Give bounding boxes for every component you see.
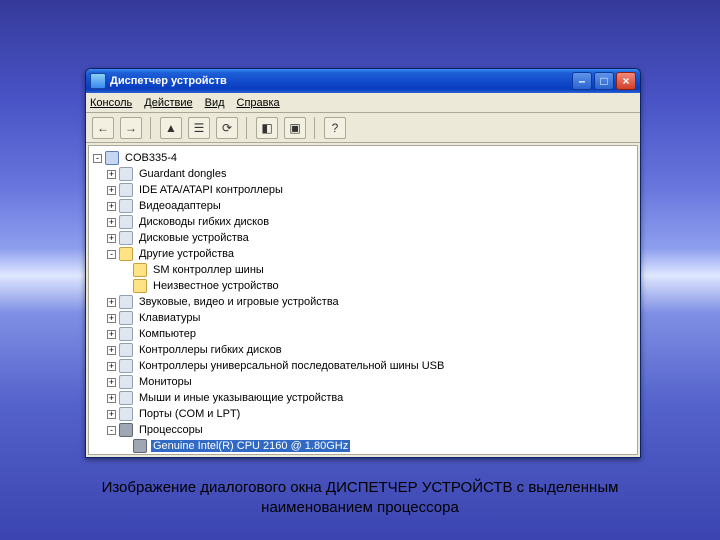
properties-button[interactable]: ☰ xyxy=(188,117,210,139)
device-icon xyxy=(119,327,133,341)
menu-console[interactable]: Консоль xyxy=(90,97,132,109)
tree-label: Звуковые, видео и игровые устройства xyxy=(137,296,341,308)
device-icon xyxy=(119,407,133,421)
device-icon xyxy=(119,391,133,405)
menu-view[interactable]: Вид xyxy=(205,97,225,109)
tree-label: Порты (COM и LPT) xyxy=(137,408,242,420)
tree-label: IDE ATA/ATAPI контроллеры xyxy=(137,184,285,196)
expand-toggle[interactable]: - xyxy=(107,426,116,435)
tree-node[interactable]: - COB335-4 xyxy=(91,150,635,166)
device-icon xyxy=(119,295,133,309)
expand-toggle[interactable]: + xyxy=(107,298,116,307)
device-icon xyxy=(119,247,133,261)
device-icon xyxy=(119,167,133,181)
window-title: Диспетчер устройств xyxy=(110,75,227,87)
tree-label: Неизвестное устройство xyxy=(151,280,281,292)
device-icon xyxy=(105,151,119,165)
tree-label: Мыши и иные указывающие устройства xyxy=(137,392,345,404)
tree-label: Компьютер xyxy=(137,328,198,340)
menu-help[interactable]: Справка xyxy=(237,97,280,109)
device-icon xyxy=(133,263,147,277)
tree-node[interactable]: + Звуковые, видео и игровые устройства xyxy=(91,294,635,310)
device-icon xyxy=(119,183,133,197)
tree-label: Мониторы xyxy=(137,376,194,388)
tree-label: Дисковые устройства xyxy=(137,232,251,244)
scan-button[interactable]: ▣ xyxy=(284,117,306,139)
tree-node[interactable]: Genuine Intel(R) CPU 2160 @ 1.80GHz xyxy=(91,438,635,454)
menu-action[interactable]: Действие xyxy=(144,97,192,109)
expand-toggle[interactable]: + xyxy=(107,234,116,243)
back-button[interactable]: ← xyxy=(92,117,114,139)
tree-node[interactable]: + Дисководы гибких дисков xyxy=(91,214,635,230)
device-icon xyxy=(119,231,133,245)
tree-label: Видеоадаптеры xyxy=(137,200,223,212)
toolbar: ← → ▲ ☰ ⟳ ◧ ▣ ? xyxy=(86,113,640,143)
tree-label: Genuine Intel(R) CPU 2160 @ 1.80GHz xyxy=(151,440,350,452)
device-tree[interactable]: - COB335-4 + Guardant dongles + IDE ATA/ATAPI… xyxy=(88,145,638,455)
tree-node[interactable]: + Компьютер xyxy=(91,326,635,342)
device-icon xyxy=(119,375,133,389)
expand-toggle[interactable]: - xyxy=(107,250,116,259)
expand-toggle[interactable]: + xyxy=(107,202,116,211)
expand-toggle[interactable]: + xyxy=(107,218,116,227)
up-button[interactable]: ▲ xyxy=(160,117,182,139)
tree-node[interactable]: + Дисковые устройства xyxy=(91,230,635,246)
tree-node[interactable]: + IDE ATA/ATAPI контроллеры xyxy=(91,182,635,198)
forward-button[interactable]: → xyxy=(120,117,142,139)
tree-label: SM контроллер шины xyxy=(151,264,266,276)
device-icon xyxy=(119,199,133,213)
device-icon xyxy=(119,423,133,437)
caption-line-1: Изображение диалогового окна ДИСПЕТЧЕР У… xyxy=(0,478,720,498)
tree-node[interactable]: + Видеоадаптеры xyxy=(91,198,635,214)
device-icon xyxy=(133,279,147,293)
view-button[interactable]: ◧ xyxy=(256,117,278,139)
tree-label: Процессоры xyxy=(137,424,205,436)
expand-toggle[interactable]: + xyxy=(107,394,116,403)
tree-node[interactable]: + Мыши и иные указывающие устройства xyxy=(91,390,635,406)
tree-node[interactable]: - Другие устройства xyxy=(91,246,635,262)
minimize-button[interactable]: – xyxy=(572,72,592,90)
help-button[interactable]: ? xyxy=(324,117,346,139)
expand-toggle[interactable]: + xyxy=(107,378,116,387)
caption-line-2: наименованием процессора xyxy=(0,498,720,518)
slide-caption: Изображение диалогового окна ДИСПЕТЧЕР У… xyxy=(0,478,720,519)
tree-node[interactable]: + Порты (COM и LPT) xyxy=(91,406,635,422)
expand-toggle[interactable]: - xyxy=(93,154,102,163)
device-icon xyxy=(133,439,147,453)
tree-node[interactable]: SM контроллер шины xyxy=(91,262,635,278)
device-icon xyxy=(119,359,133,373)
tree-node[interactable]: + Контроллеры универсальной последователь… xyxy=(91,358,635,374)
tree-node[interactable]: + Мониторы xyxy=(91,374,635,390)
tree-label: Контроллеры универсальной последовательн… xyxy=(137,360,446,372)
tree-label: Клавиатуры xyxy=(137,312,202,324)
title-bar[interactable]: Диспетчер устройств – □ × xyxy=(86,69,640,93)
expand-toggle[interactable]: + xyxy=(107,362,116,371)
tree-label: Дисководы гибких дисков xyxy=(137,216,271,228)
tree-node[interactable]: Неизвестное устройство xyxy=(91,278,635,294)
expand-toggle[interactable]: + xyxy=(107,330,116,339)
close-button[interactable]: × xyxy=(616,72,636,90)
menu-bar: Консоль Действие Вид Справка xyxy=(86,93,640,113)
expand-toggle[interactable]: + xyxy=(107,314,116,323)
tree-node[interactable]: - Процессоры xyxy=(91,422,635,438)
expand-toggle[interactable]: + xyxy=(107,346,116,355)
tree-label: Другие устройства xyxy=(137,248,236,260)
refresh-button[interactable]: ⟳ xyxy=(216,117,238,139)
device-manager-window: Диспетчер устройств – □ × Консоль Действ… xyxy=(85,68,641,458)
expand-toggle[interactable]: + xyxy=(107,410,116,419)
device-icon xyxy=(119,343,133,357)
app-icon xyxy=(90,73,106,89)
tree-label: COB335-4 xyxy=(123,152,179,164)
device-icon xyxy=(119,215,133,229)
tree-node[interactable]: + Guardant dongles xyxy=(91,166,635,182)
maximize-button[interactable]: □ xyxy=(594,72,614,90)
device-icon xyxy=(119,311,133,325)
tree-label: Контроллеры гибких дисков xyxy=(137,344,284,356)
expand-toggle[interactable]: + xyxy=(107,186,116,195)
tree-node[interactable]: Genuine Intel(R) CPU 2160 @ 1.80GHz xyxy=(91,454,635,455)
tree-node[interactable]: + Контроллеры гибких дисков xyxy=(91,342,635,358)
tree-node[interactable]: + Клавиатуры xyxy=(91,310,635,326)
expand-toggle[interactable]: + xyxy=(107,170,116,179)
tree-label: Guardant dongles xyxy=(137,168,228,180)
